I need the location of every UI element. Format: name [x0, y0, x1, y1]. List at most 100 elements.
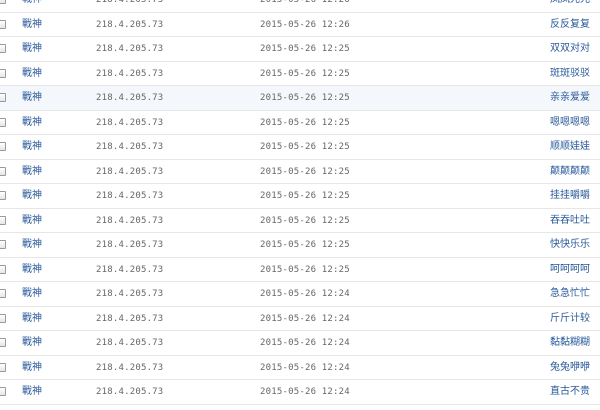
content-link[interactable]: 兔兔咿咿: [550, 356, 590, 380]
content-link[interactable]: 黏黏糊糊: [550, 331, 590, 355]
row-checkbox[interactable]: [0, 215, 6, 225]
ip-address: 218.4.205.73: [96, 191, 164, 201]
content-link[interactable]: 亲亲爱爱: [550, 86, 590, 110]
row-checkbox[interactable]: [0, 338, 6, 347]
table-row[interactable]: 戰神 218.4.205.73 2015-05-26 12:24 斤斤计较: [0, 306, 600, 331]
ip-address: 218.4.205.73: [96, 289, 164, 299]
timestamp: 2015-05-26 12:25: [260, 44, 350, 54]
timestamp: 2015-05-26 12:24: [260, 387, 350, 397]
user-name-link[interactable]: 戰神: [22, 356, 42, 380]
timestamp: 2015-05-26 12:25: [260, 215, 350, 226]
table-row[interactable]: 戰神 218.4.205.73 2015-05-26 12:25 斑斑驳驳: [0, 61, 600, 86]
user-name-link[interactable]: 戰神: [22, 13, 42, 37]
table-row[interactable]: 戰神 218.4.205.73 2015-05-26 12:25 呵呵呵呵: [0, 257, 600, 282]
timestamp: 2015-05-26 12:25: [260, 166, 350, 177]
ip-address: 218.4.205.73: [96, 93, 164, 103]
content-link[interactable]: 反反复复: [550, 13, 590, 37]
ip-address: 218.4.205.73: [96, 240, 164, 250]
content-link[interactable]: 斑斑驳驳: [550, 62, 590, 86]
table-row[interactable]: 戰神 218.4.205.73 2015-05-26 12:25 亲亲爱爱: [0, 86, 600, 111]
user-name-link[interactable]: 戰神: [22, 258, 42, 282]
user-name-link[interactable]: 戰神: [22, 37, 42, 61]
ip-address: 218.4.205.73: [96, 264, 164, 275]
ip-address: 218.4.205.73: [96, 313, 164, 324]
table-row[interactable]: 戰神 218.4.205.73 2015-05-26 12:25 吞吞吐吐: [0, 208, 600, 233]
table-row[interactable]: 戰神 218.4.205.73 2015-05-26 12:25 嗯嗯嗯嗯: [0, 110, 600, 135]
content-link[interactable]: 急急忙忙: [550, 282, 590, 306]
content-link[interactable]: 顺顺娃娃: [550, 135, 590, 159]
ip-address: 218.4.205.73: [96, 338, 164, 348]
ip-address: 218.4.205.73: [96, 44, 164, 54]
row-checkbox[interactable]: [0, 264, 6, 274]
ip-address: 218.4.205.73: [96, 362, 164, 373]
content-link[interactable]: 挂挂嚼嚼: [550, 184, 590, 208]
user-name-link[interactable]: 戰神: [22, 307, 42, 331]
content-link[interactable]: 颠颠颠颠: [550, 160, 590, 184]
row-checkbox[interactable]: [0, 142, 6, 151]
table-row[interactable]: 戰神 218.4.205.73 2015-05-26 12:25 快快乐乐: [0, 233, 600, 258]
table-row[interactable]: 戰神 218.4.205.73 2015-05-26 12:24 急急忙忙: [0, 282, 600, 307]
ip-address: 218.4.205.73: [96, 117, 164, 128]
user-name-link[interactable]: 戰神: [22, 62, 42, 86]
row-checkbox[interactable]: [0, 240, 6, 249]
content-link[interactable]: 双双对对: [550, 37, 590, 61]
row-checkbox[interactable]: [0, 93, 6, 102]
ip-address: 218.4.205.73: [96, 166, 164, 177]
table-row[interactable]: 戰神 218.4.205.73 2015-05-26 12:26 凤凤光光: [0, 0, 600, 13]
table-row[interactable]: 戰神 218.4.205.73 2015-05-26 12:25 顺顺娃娃: [0, 135, 600, 160]
user-name-link[interactable]: 戰神: [22, 233, 42, 257]
table-row[interactable]: 戰神 218.4.205.73 2015-05-26 12:25 双双对对: [0, 37, 600, 62]
timestamp: 2015-05-26 12:25: [260, 264, 350, 275]
content-link[interactable]: 快快乐乐: [550, 233, 590, 257]
timestamp: 2015-05-26 12:24: [260, 313, 350, 324]
table-row[interactable]: 戰神 218.4.205.73 2015-05-26 12:25 颠颠颠颠: [0, 159, 600, 184]
table-row[interactable]: 戰神 218.4.205.73 2015-05-26 12:24 兔兔咿咿: [0, 355, 600, 380]
timestamp: 2015-05-26 12:24: [260, 362, 350, 373]
timestamp: 2015-05-26 12:26: [260, 19, 350, 30]
ip-address: 218.4.205.73: [96, 387, 164, 397]
content-link[interactable]: 呵呵呵呵: [550, 258, 590, 282]
row-checkbox[interactable]: [0, 68, 6, 78]
log-table: 戰神218.4.205.732015-05-26 12:26凤凤光光戰神218.…: [0, 0, 600, 410]
table-row[interactable]: 戰神 218.4.205.73 2015-05-26 12:24 直古不贵: [0, 380, 600, 405]
timestamp: 2015-05-26 12:25: [260, 191, 350, 201]
row-checkbox[interactable]: [0, 44, 6, 53]
content-link[interactable]: 斤斤计较: [550, 307, 590, 331]
timestamp: 2015-05-26 12:24: [260, 289, 350, 299]
row-checkbox[interactable]: [0, 19, 6, 29]
user-name-link[interactable]: 戰神: [22, 111, 42, 135]
user-name-link[interactable]: 戰神: [22, 331, 42, 355]
timestamp: 2015-05-26 12:25: [260, 117, 350, 128]
row-checkbox[interactable]: [0, 0, 6, 4]
table-row[interactable]: 戰神 218.4.205.73 2015-05-26 12:26 反反复复: [0, 12, 600, 37]
user-name-link[interactable]: 戰神: [22, 86, 42, 110]
user-name-link[interactable]: 戰神: [22, 209, 42, 233]
timestamp: 2015-05-26 12:25: [260, 68, 350, 79]
row-checkbox[interactable]: [0, 387, 6, 396]
timestamp: 2015-05-26 12:24: [260, 338, 350, 348]
table-row[interactable]: 戰神 218.4.205.73 2015-05-26 12:24 黏黏糊糊: [0, 331, 600, 356]
table-row[interactable]: 戰神 218.4.205.73 2015-05-26 12:25 挂挂嚼嚼: [0, 184, 600, 209]
row-checkbox[interactable]: [0, 166, 6, 176]
ip-address: 218.4.205.73: [96, 0, 164, 5]
ip-address: 218.4.205.73: [96, 215, 164, 226]
user-name-link[interactable]: 戰神: [22, 282, 42, 306]
content-link[interactable]: 凤凤光光: [550, 0, 590, 12]
row-checkbox[interactable]: [0, 117, 6, 127]
ip-address: 218.4.205.73: [96, 142, 164, 152]
row-checkbox[interactable]: [0, 362, 6, 372]
row-checkbox[interactable]: [0, 313, 6, 323]
content-link[interactable]: 吞吞吐吐: [550, 209, 590, 233]
content-link[interactable]: 嗯嗯嗯嗯: [550, 111, 590, 135]
user-name-link[interactable]: 戰神: [22, 184, 42, 208]
user-name-link[interactable]: 戰神: [22, 135, 42, 159]
row-checkbox[interactable]: [0, 289, 6, 298]
row-checkbox[interactable]: [0, 191, 6, 200]
user-name-link[interactable]: 戰神: [22, 160, 42, 184]
ip-address: 218.4.205.73: [96, 68, 164, 79]
timestamp: 2015-05-26 12:25: [260, 240, 350, 250]
timestamp: 2015-05-26 12:25: [260, 93, 350, 103]
content-link[interactable]: 直古不贵: [550, 380, 590, 404]
user-name-link[interactable]: 戰神: [22, 0, 42, 12]
user-name-link[interactable]: 戰神: [22, 380, 42, 404]
